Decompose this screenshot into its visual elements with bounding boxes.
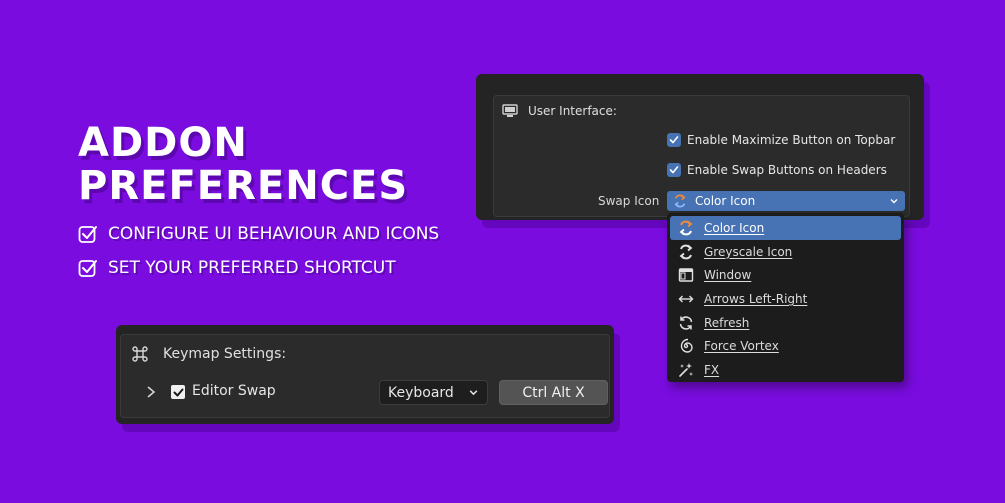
checkbox[interactable] xyxy=(667,163,681,177)
arrows-left-right-icon xyxy=(678,295,694,303)
keymap-entry-row: Editor Swap Keyboard Ctrl Alt X xyxy=(121,379,609,405)
dropdown-item-greyscale-icon[interactable]: Greyscale Icon xyxy=(670,240,901,264)
command-key-icon xyxy=(132,346,148,362)
monitor-icon xyxy=(502,104,518,117)
dropdown-item-arrows-left-right[interactable]: Arrows Left-Right xyxy=(670,287,901,311)
chevron-right-icon[interactable] xyxy=(145,385,157,399)
dropdown-item-label: Force Vortex xyxy=(704,339,779,354)
dropdown-item-label: Greyscale Icon xyxy=(704,244,793,259)
vortex-icon xyxy=(680,339,693,353)
feature-label: CONFIGURE UI BEHAVIOUR AND ICONS xyxy=(108,224,440,244)
chevron-down-icon xyxy=(890,199,898,204)
hero-title-line-2: PREFERENCES xyxy=(78,163,409,209)
dropdown-item-label: FX xyxy=(704,362,720,377)
checkbox-label: Enable Swap Buttons on Headers xyxy=(687,163,887,177)
swap-buttons-toggle[interactable]: Enable Swap Buttons on Headers xyxy=(667,163,887,177)
maximize-button-toggle[interactable]: Enable Maximize Button on Topbar xyxy=(667,133,895,147)
checkmark-box-icon xyxy=(78,260,97,277)
user-interface-section: User Interface: Enable Maximize Button o… xyxy=(493,95,910,217)
swap-icon-label: Swap Icon xyxy=(598,194,660,208)
feature-shortcut: SET YOUR PREFERRED SHORTCUT xyxy=(78,258,396,278)
feature-ui-behaviour: CONFIGURE UI BEHAVIOUR AND ICONS xyxy=(78,224,439,244)
preferences-window: User Interface: Enable Maximize Button o… xyxy=(476,74,924,220)
shortcut-button[interactable]: Ctrl Alt X xyxy=(499,380,608,405)
dropdown-item-label: Arrows Left-Right xyxy=(704,291,808,306)
dropdown-item-fx[interactable]: FX xyxy=(670,358,901,382)
hero-title: ADDON PREFERENCES xyxy=(78,122,408,208)
input-type-value: Keyboard xyxy=(388,384,454,401)
dropdown-item-force-vortex[interactable]: Force Vortex xyxy=(670,334,901,358)
chevron-down-icon xyxy=(469,390,478,396)
swap-icon-select[interactable]: Color Icon xyxy=(667,191,905,211)
section-title: Keymap Settings: xyxy=(163,346,287,362)
check-icon xyxy=(669,136,679,144)
keymap-enabled-checkbox[interactable] xyxy=(171,385,185,399)
check-icon xyxy=(173,388,183,396)
dropdown-item-label: Refresh xyxy=(704,315,750,330)
feature-label: SET YOUR PREFERRED SHORTCUT xyxy=(108,258,396,278)
section-title: User Interface: xyxy=(528,104,617,118)
dropdown-item-color-icon[interactable]: Color Icon xyxy=(670,216,901,240)
dropdown-item-label: Color Icon xyxy=(704,220,765,235)
checkbox[interactable] xyxy=(667,133,681,147)
keymap-entry-name: Editor Swap xyxy=(192,383,276,399)
window-icon xyxy=(678,268,694,282)
check-icon xyxy=(669,166,679,174)
dropdown-item-label: Window xyxy=(704,268,752,283)
greyscale-swap-icon xyxy=(679,244,693,259)
checkbox-label: Enable Maximize Button on Topbar xyxy=(687,133,896,147)
color-swap-icon xyxy=(679,220,693,236)
input-type-select[interactable]: Keyboard xyxy=(379,380,488,405)
keymap-section: Keymap Settings: Editor Swap Keyboard Ct… xyxy=(120,334,610,418)
keymap-window: Keymap Settings: Editor Swap Keyboard Ct… xyxy=(116,325,614,424)
sparkle-icon xyxy=(679,362,693,377)
keymap-header: Keymap Settings: xyxy=(131,345,286,363)
refresh-icon xyxy=(679,315,693,330)
dropdown-item-refresh[interactable]: Refresh xyxy=(670,311,901,335)
user-interface-header: User Interface: xyxy=(502,104,617,118)
swap-icon-value: Color Icon xyxy=(695,194,756,208)
swap-icon-dropdown: Color Icon Greyscale Icon Window Arrows … xyxy=(667,213,904,382)
checkmark-box-icon xyxy=(78,226,97,243)
dropdown-item-window[interactable]: Window xyxy=(670,263,901,287)
hero-title-line-1: ADDON xyxy=(78,120,248,166)
color-swap-icon xyxy=(674,194,686,208)
